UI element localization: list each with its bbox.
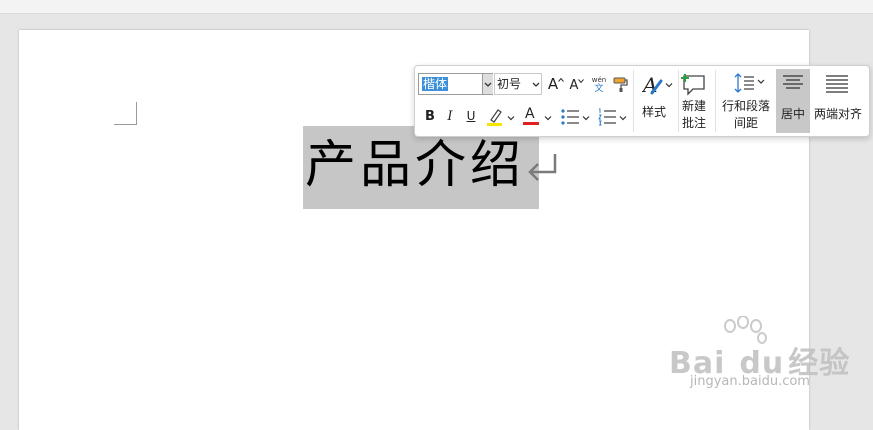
chevron-down-icon <box>544 116 552 121</box>
font-name-value[interactable]: 楷体 <box>422 77 449 91</box>
svg-text:A: A <box>642 73 657 97</box>
font-color-button[interactable]: A <box>522 106 552 128</box>
bullet-list-button[interactable] <box>559 106 591 128</box>
margin-corner-mark <box>114 102 137 125</box>
highlighter-icon <box>487 109 502 126</box>
paragraph-mark-icon <box>528 154 557 181</box>
shrink-font-label: A <box>569 77 579 93</box>
phonetic-top-label: wén <box>591 76 607 84</box>
numbered-list-button[interactable] <box>596 106 628 128</box>
window-top-strip <box>0 0 873 14</box>
bold-button[interactable]: B <box>422 107 438 125</box>
font-name-combo[interactable]: 楷体 <box>418 73 493 95</box>
line-spacing-icon <box>734 73 765 93</box>
justify-label: 两端对齐 <box>813 107 862 121</box>
bold-label: B <box>425 108 435 124</box>
toolbar-separator <box>715 70 716 132</box>
mini-toolbar: 楷体 初号 A A wén 文 A 样式 新建 批注 行和段落 间距 居中 两端… <box>414 65 870 137</box>
font-size-value[interactable]: 初号 <box>497 77 521 91</box>
new-comment-button[interactable]: 新建 批注 <box>677 70 711 132</box>
font-name-dropdown-button[interactable] <box>482 74 493 94</box>
caret-up-icon <box>558 77 565 82</box>
italic-label: I <box>447 108 453 124</box>
justify-button[interactable]: 两端对齐 <box>812 69 864 131</box>
new-comment-label-line2: 批注 <box>681 116 706 130</box>
chevron-down-icon <box>532 82 540 87</box>
caret-down-icon <box>578 79 585 84</box>
font-color-bar <box>523 122 539 125</box>
chevron-down-icon <box>582 116 590 121</box>
highlight-button[interactable] <box>485 106 515 128</box>
document-title-text[interactable]: 产品介绍 <box>305 133 525 199</box>
styles-label: 样式 <box>641 105 666 119</box>
font-size-dropdown-button[interactable] <box>531 77 541 91</box>
styles-brush-icon: A <box>642 73 663 97</box>
styles-button[interactable]: A 样式 <box>639 70 675 126</box>
numbered-list-icon <box>598 108 616 126</box>
watermark-url: jingyan.baidu.com <box>690 374 810 389</box>
center-align-button[interactable]: 居中 <box>776 69 810 133</box>
underline-label: U <box>466 109 476 123</box>
new-comment-label-line1: 新建 <box>681 99 706 113</box>
align-center-icon <box>783 75 803 89</box>
shrink-font-button[interactable]: A <box>568 75 586 95</box>
chevron-down-icon <box>507 116 515 121</box>
italic-button[interactable]: I <box>442 107 458 125</box>
spacing-label-line2: 间距 <box>733 116 758 130</box>
spacing-label-line1: 行和段落 <box>721 99 770 113</box>
grow-font-button[interactable]: A <box>546 74 566 94</box>
align-justify-icon <box>826 75 848 93</box>
chevron-down-icon <box>484 82 492 87</box>
chevron-down-icon <box>619 116 627 121</box>
grow-font-label: A <box>547 75 559 93</box>
new-comment-icon <box>681 74 705 96</box>
center-align-label: 居中 <box>780 107 805 121</box>
underline-button[interactable]: U <box>463 107 479 125</box>
phonetic-guide-button[interactable]: wén 文 <box>590 74 608 96</box>
phonetic-bottom-label: 文 <box>594 84 604 94</box>
font-size-combo[interactable]: 初号 <box>494 73 542 95</box>
format-painter-icon[interactable] <box>612 75 630 93</box>
bullet-list-icon <box>561 109 579 125</box>
toolbar-separator <box>633 70 634 132</box>
line-paragraph-spacing-button[interactable]: 行和段落 间距 <box>719 70 773 132</box>
chevron-down-icon <box>665 83 673 88</box>
font-color-label: A <box>525 106 535 122</box>
